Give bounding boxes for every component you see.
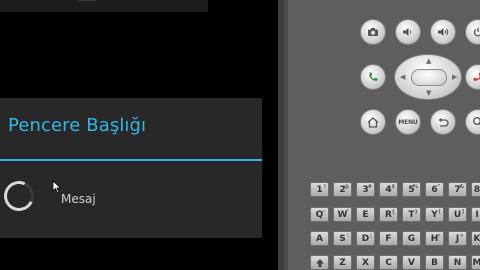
menu-label: MENU bbox=[398, 118, 418, 126]
key-8[interactable]: 8 bbox=[471, 182, 480, 197]
volume-up-icon bbox=[438, 28, 449, 36]
end-call-button[interactable] bbox=[465, 64, 480, 90]
search-icon bbox=[473, 117, 480, 126]
key-z[interactable]: Z bbox=[333, 255, 352, 270]
emulator-control-panel: ▲ ▼ ◀ ▶ MENU 1! 2 @ 3 # 4 $ 5 % 6 ^ 7 & … bbox=[278, 0, 480, 270]
call-button[interactable] bbox=[360, 64, 386, 90]
home-icon bbox=[367, 116, 379, 128]
key-d[interactable]: D | bbox=[356, 231, 375, 246]
key-6[interactable]: 6 ^ bbox=[425, 182, 444, 197]
key-v[interactable]: V bbox=[402, 255, 421, 270]
key-q[interactable]: Q ~ bbox=[310, 207, 329, 222]
key-5[interactable]: 5% bbox=[402, 182, 421, 197]
key-3[interactable]: 3 # bbox=[356, 182, 375, 197]
key-s[interactable]: S \ bbox=[333, 231, 352, 246]
key-f[interactable]: F bbox=[379, 231, 398, 246]
key-j[interactable]: J > bbox=[448, 231, 467, 246]
back-button[interactable] bbox=[430, 109, 456, 135]
power-button[interactable] bbox=[465, 19, 480, 45]
volume-down-icon bbox=[403, 28, 412, 36]
key-4[interactable]: 4 $ bbox=[379, 182, 398, 197]
key-y[interactable]: Y[ bbox=[425, 207, 444, 222]
key-w[interactable]: W " bbox=[333, 207, 352, 222]
dialog-divider bbox=[0, 159, 262, 161]
back-icon bbox=[438, 117, 449, 127]
menu-button[interactable]: MENU bbox=[395, 109, 421, 135]
key-h[interactable]: H < bbox=[425, 231, 444, 246]
volume-up-button[interactable] bbox=[430, 19, 456, 45]
search-button[interactable] bbox=[465, 109, 480, 135]
key-t[interactable]: T} bbox=[402, 207, 421, 222]
call-icon bbox=[369, 72, 378, 81]
key-g[interactable]: G bbox=[402, 231, 421, 246]
dpad-down-icon[interactable]: ▼ bbox=[426, 90, 431, 97]
key-x[interactable]: X bbox=[356, 255, 375, 270]
key-u[interactable]: U] bbox=[448, 207, 467, 222]
progress-spinner bbox=[0, 176, 39, 216]
key-7[interactable]: 7 & bbox=[448, 182, 467, 197]
key-i[interactable]: I bbox=[471, 207, 480, 222]
camera-icon bbox=[368, 28, 378, 36]
dpad-up-icon[interactable]: ▲ bbox=[426, 58, 431, 65]
key-r[interactable]: R{ bbox=[379, 207, 398, 222]
key-shift[interactable] bbox=[310, 255, 329, 270]
camera-button[interactable] bbox=[360, 19, 386, 45]
key-n[interactable]: N bbox=[448, 255, 467, 270]
key-1[interactable]: 1! bbox=[310, 182, 329, 197]
key-2[interactable]: 2 @ bbox=[333, 182, 352, 197]
key-e[interactable]: E ` bbox=[356, 207, 375, 222]
background-window-edge bbox=[0, 0, 208, 12]
power-icon bbox=[473, 27, 480, 37]
shift-icon bbox=[315, 258, 324, 267]
panel-edge-inner bbox=[284, 0, 288, 270]
dpad-center-button[interactable] bbox=[411, 69, 447, 86]
emulator-screen: Pencere Başlığı Mesaj bbox=[0, 0, 278, 270]
home-button[interactable] bbox=[360, 109, 386, 135]
key-c[interactable]: C bbox=[379, 255, 398, 270]
mouse-cursor-icon bbox=[52, 180, 62, 194]
dialog-message: Mesaj bbox=[61, 192, 96, 206]
progress-dialog: Pencere Başlığı Mesaj bbox=[0, 98, 262, 238]
key-m[interactable]: M bbox=[471, 255, 480, 270]
key-b[interactable]: B bbox=[425, 255, 444, 270]
dpad-right-icon[interactable]: ▶ bbox=[452, 74, 457, 81]
volume-down-button[interactable] bbox=[395, 19, 421, 45]
dpad-left-icon[interactable]: ◀ bbox=[400, 74, 405, 81]
background-window-text bbox=[78, 0, 96, 1]
directional-pad[interactable]: ▲ ▼ ◀ ▶ bbox=[394, 54, 462, 100]
key-k[interactable]: K bbox=[471, 231, 480, 246]
key-a[interactable]: A bbox=[310, 231, 329, 246]
dialog-title: Pencere Başlığı bbox=[8, 115, 147, 136]
end-call-icon bbox=[473, 72, 480, 81]
